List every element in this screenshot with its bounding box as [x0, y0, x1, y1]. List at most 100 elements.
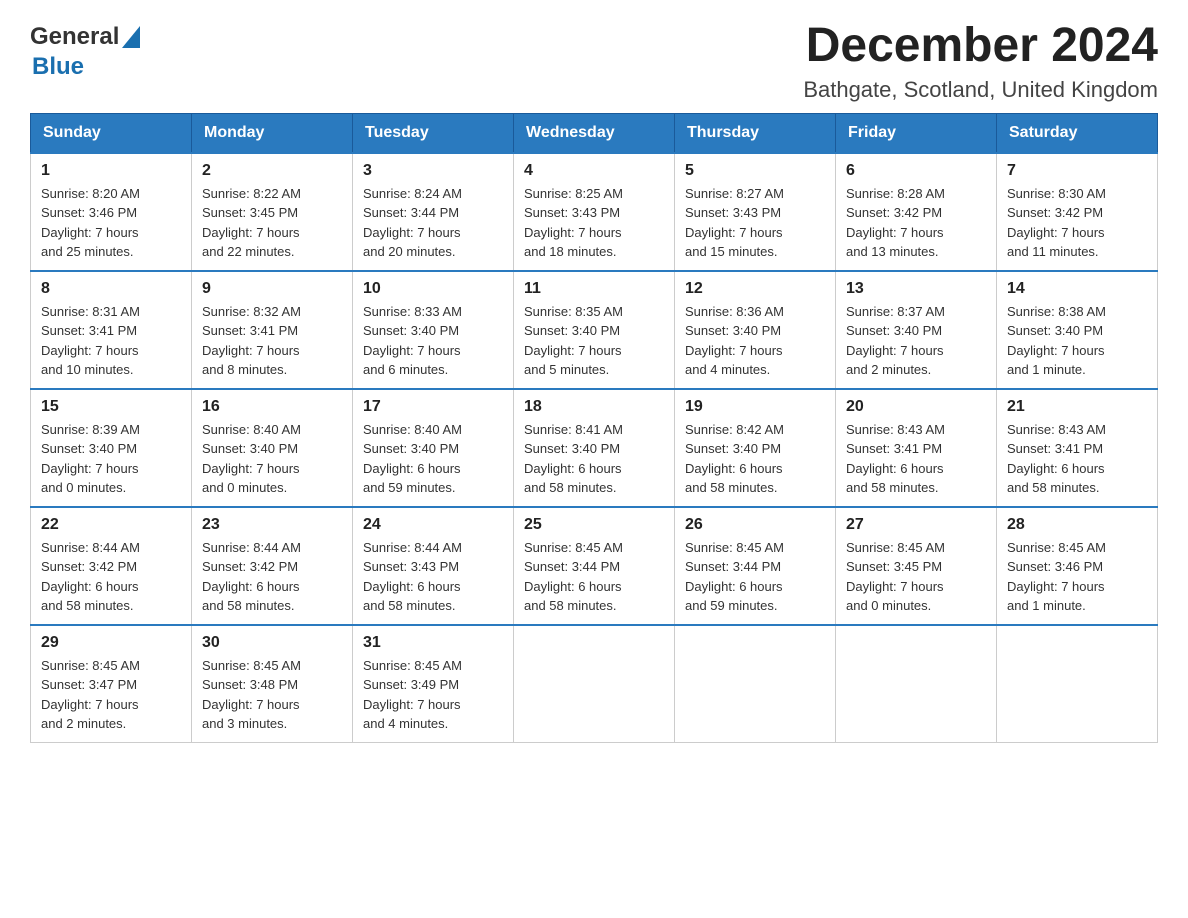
- day-number: 23: [202, 516, 342, 534]
- daylight-text2: and 1 minute.: [1007, 598, 1086, 613]
- daylight-text2: and 5 minutes.: [524, 362, 609, 377]
- day-of-week-header: Saturday: [997, 113, 1158, 153]
- sunrise-text: Sunrise: 8:40 AM: [202, 422, 301, 437]
- calendar-header-row: SundayMondayTuesdayWednesdayThursdayFrid…: [31, 113, 1158, 153]
- sunset-text: Sunset: 3:46 PM: [41, 205, 137, 220]
- day-info: Sunrise: 8:27 AM Sunset: 3:43 PM Dayligh…: [685, 184, 825, 262]
- day-number: 7: [1007, 162, 1147, 180]
- logo-blue-text: Blue: [32, 53, 84, 80]
- sunset-text: Sunset: 3:46 PM: [1007, 559, 1103, 574]
- calendar-cell: 13 Sunrise: 8:37 AM Sunset: 3:40 PM Dayl…: [836, 271, 997, 389]
- sunrise-text: Sunrise: 8:25 AM: [524, 186, 623, 201]
- calendar-cell: [997, 625, 1158, 743]
- day-info: Sunrise: 8:45 AM Sunset: 3:45 PM Dayligh…: [846, 538, 986, 616]
- calendar-cell: 23 Sunrise: 8:44 AM Sunset: 3:42 PM Dayl…: [192, 507, 353, 625]
- sunrise-text: Sunrise: 8:40 AM: [363, 422, 462, 437]
- daylight-text2: and 18 minutes.: [524, 244, 617, 259]
- calendar-cell: 1 Sunrise: 8:20 AM Sunset: 3:46 PM Dayli…: [31, 153, 192, 271]
- day-info: Sunrise: 8:45 AM Sunset: 3:44 PM Dayligh…: [685, 538, 825, 616]
- day-info: Sunrise: 8:45 AM Sunset: 3:48 PM Dayligh…: [202, 656, 342, 734]
- day-number: 22: [41, 516, 181, 534]
- calendar-cell: 29 Sunrise: 8:45 AM Sunset: 3:47 PM Dayl…: [31, 625, 192, 743]
- sunset-text: Sunset: 3:44 PM: [363, 205, 459, 220]
- day-number: 18: [524, 398, 664, 416]
- sunset-text: Sunset: 3:49 PM: [363, 677, 459, 692]
- day-number: 25: [524, 516, 664, 534]
- day-info: Sunrise: 8:41 AM Sunset: 3:40 PM Dayligh…: [524, 420, 664, 498]
- sunset-text: Sunset: 3:43 PM: [685, 205, 781, 220]
- logo: General Blue: [30, 20, 140, 81]
- day-number: 21: [1007, 398, 1147, 416]
- day-info: Sunrise: 8:44 AM Sunset: 3:42 PM Dayligh…: [41, 538, 181, 616]
- calendar-cell: 11 Sunrise: 8:35 AM Sunset: 3:40 PM Dayl…: [514, 271, 675, 389]
- sunrise-text: Sunrise: 8:32 AM: [202, 304, 301, 319]
- daylight-text: Daylight: 7 hours: [202, 697, 300, 712]
- sunset-text: Sunset: 3:44 PM: [524, 559, 620, 574]
- calendar-cell: 8 Sunrise: 8:31 AM Sunset: 3:41 PM Dayli…: [31, 271, 192, 389]
- day-info: Sunrise: 8:38 AM Sunset: 3:40 PM Dayligh…: [1007, 302, 1147, 380]
- day-info: Sunrise: 8:24 AM Sunset: 3:44 PM Dayligh…: [363, 184, 503, 262]
- daylight-text: Daylight: 7 hours: [202, 343, 300, 358]
- sunrise-text: Sunrise: 8:24 AM: [363, 186, 462, 201]
- sunset-text: Sunset: 3:40 PM: [1007, 323, 1103, 338]
- sunset-text: Sunset: 3:42 PM: [1007, 205, 1103, 220]
- sunset-text: Sunset: 3:45 PM: [202, 205, 298, 220]
- sunset-text: Sunset: 3:42 PM: [846, 205, 942, 220]
- sunrise-text: Sunrise: 8:28 AM: [846, 186, 945, 201]
- day-number: 2: [202, 162, 342, 180]
- day-number: 12: [685, 280, 825, 298]
- daylight-text: Daylight: 7 hours: [1007, 343, 1105, 358]
- calendar-week-row: 1 Sunrise: 8:20 AM Sunset: 3:46 PM Dayli…: [31, 153, 1158, 271]
- calendar-cell: 5 Sunrise: 8:27 AM Sunset: 3:43 PM Dayli…: [675, 153, 836, 271]
- sunrise-text: Sunrise: 8:31 AM: [41, 304, 140, 319]
- calendar-cell: 24 Sunrise: 8:44 AM Sunset: 3:43 PM Dayl…: [353, 507, 514, 625]
- page-header: General Blue December 2024 Bathgate, Sco…: [30, 20, 1158, 103]
- day-info: Sunrise: 8:22 AM Sunset: 3:45 PM Dayligh…: [202, 184, 342, 262]
- sunrise-text: Sunrise: 8:43 AM: [1007, 422, 1106, 437]
- calendar-week-row: 29 Sunrise: 8:45 AM Sunset: 3:47 PM Dayl…: [31, 625, 1158, 743]
- sunrise-text: Sunrise: 8:41 AM: [524, 422, 623, 437]
- sunset-text: Sunset: 3:43 PM: [524, 205, 620, 220]
- calendar-cell: 27 Sunrise: 8:45 AM Sunset: 3:45 PM Dayl…: [836, 507, 997, 625]
- sunrise-text: Sunrise: 8:45 AM: [363, 658, 462, 673]
- sunset-text: Sunset: 3:40 PM: [41, 441, 137, 456]
- day-number: 6: [846, 162, 986, 180]
- sunset-text: Sunset: 3:41 PM: [202, 323, 298, 338]
- sunset-text: Sunset: 3:45 PM: [846, 559, 942, 574]
- calendar-week-row: 15 Sunrise: 8:39 AM Sunset: 3:40 PM Dayl…: [31, 389, 1158, 507]
- daylight-text2: and 58 minutes.: [202, 598, 295, 613]
- sunrise-text: Sunrise: 8:45 AM: [685, 540, 784, 555]
- logo-icon: [122, 26, 140, 53]
- calendar-cell: 10 Sunrise: 8:33 AM Sunset: 3:40 PM Dayl…: [353, 271, 514, 389]
- day-number: 5: [685, 162, 825, 180]
- calendar-cell: 9 Sunrise: 8:32 AM Sunset: 3:41 PM Dayli…: [192, 271, 353, 389]
- daylight-text: Daylight: 6 hours: [41, 579, 139, 594]
- daylight-text2: and 3 minutes.: [202, 716, 287, 731]
- calendar-cell: [836, 625, 997, 743]
- day-info: Sunrise: 8:35 AM Sunset: 3:40 PM Dayligh…: [524, 302, 664, 380]
- sunset-text: Sunset: 3:40 PM: [524, 323, 620, 338]
- sunrise-text: Sunrise: 8:37 AM: [846, 304, 945, 319]
- daylight-text2: and 0 minutes.: [202, 480, 287, 495]
- day-number: 30: [202, 634, 342, 652]
- calendar-cell: 18 Sunrise: 8:41 AM Sunset: 3:40 PM Dayl…: [514, 389, 675, 507]
- calendar-cell: 16 Sunrise: 8:40 AM Sunset: 3:40 PM Dayl…: [192, 389, 353, 507]
- day-number: 3: [363, 162, 503, 180]
- daylight-text: Daylight: 7 hours: [363, 697, 461, 712]
- calendar-cell: 21 Sunrise: 8:43 AM Sunset: 3:41 PM Dayl…: [997, 389, 1158, 507]
- calendar-cell: [514, 625, 675, 743]
- daylight-text2: and 58 minutes.: [685, 480, 778, 495]
- day-number: 17: [363, 398, 503, 416]
- day-info: Sunrise: 8:20 AM Sunset: 3:46 PM Dayligh…: [41, 184, 181, 262]
- day-of-week-header: Friday: [836, 113, 997, 153]
- day-info: Sunrise: 8:44 AM Sunset: 3:42 PM Dayligh…: [202, 538, 342, 616]
- daylight-text2: and 2 minutes.: [846, 362, 931, 377]
- calendar-table: SundayMondayTuesdayWednesdayThursdayFrid…: [30, 113, 1158, 743]
- calendar-cell: 19 Sunrise: 8:42 AM Sunset: 3:40 PM Dayl…: [675, 389, 836, 507]
- daylight-text: Daylight: 7 hours: [1007, 579, 1105, 594]
- sunrise-text: Sunrise: 8:45 AM: [524, 540, 623, 555]
- daylight-text2: and 58 minutes.: [846, 480, 939, 495]
- logo-general-text: General: [30, 23, 119, 51]
- daylight-text: Daylight: 7 hours: [685, 225, 783, 240]
- day-info: Sunrise: 8:44 AM Sunset: 3:43 PM Dayligh…: [363, 538, 503, 616]
